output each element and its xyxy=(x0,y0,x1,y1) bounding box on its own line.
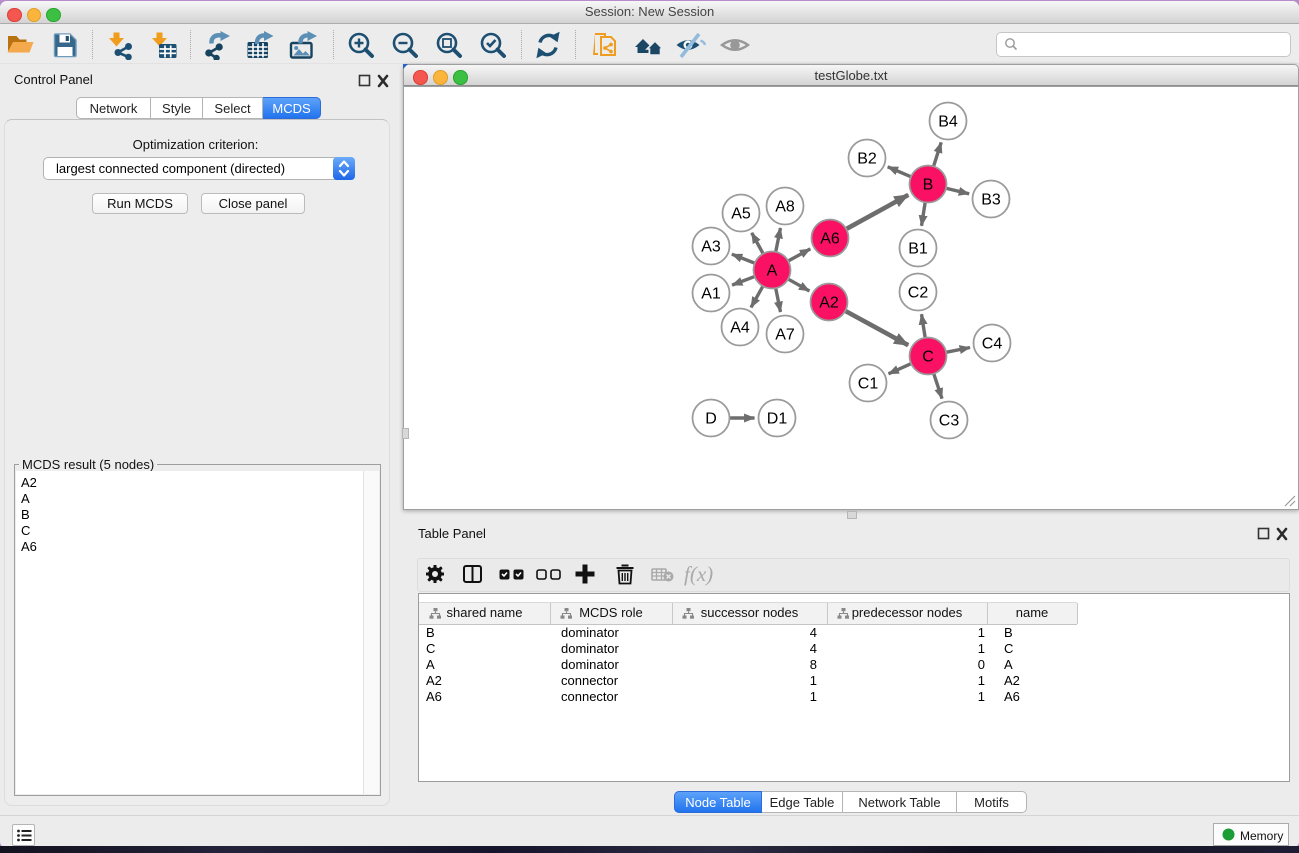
svg-text:C1: C1 xyxy=(858,376,879,393)
svg-text:D1: D1 xyxy=(767,411,788,428)
svg-text:C: C xyxy=(922,349,934,366)
svg-text:A: A xyxy=(767,263,778,280)
svg-text:B2: B2 xyxy=(857,151,877,168)
svg-text:A7: A7 xyxy=(775,327,795,344)
svg-text:B3: B3 xyxy=(981,192,1001,209)
svg-text:C4: C4 xyxy=(982,336,1003,353)
svg-text:D: D xyxy=(705,411,717,428)
svg-text:C2: C2 xyxy=(908,285,929,302)
svg-text:A6: A6 xyxy=(820,231,840,248)
svg-text:C3: C3 xyxy=(939,413,960,430)
svg-text:A2: A2 xyxy=(819,295,839,312)
svg-text:A4: A4 xyxy=(730,320,750,337)
svg-text:A8: A8 xyxy=(775,199,795,216)
svg-text:A3: A3 xyxy=(701,239,721,256)
svg-text:A5: A5 xyxy=(731,206,751,223)
svg-text:B1: B1 xyxy=(908,241,928,258)
svg-text:B4: B4 xyxy=(938,114,958,131)
svg-text:A1: A1 xyxy=(701,286,721,303)
svg-text:B: B xyxy=(923,177,934,194)
